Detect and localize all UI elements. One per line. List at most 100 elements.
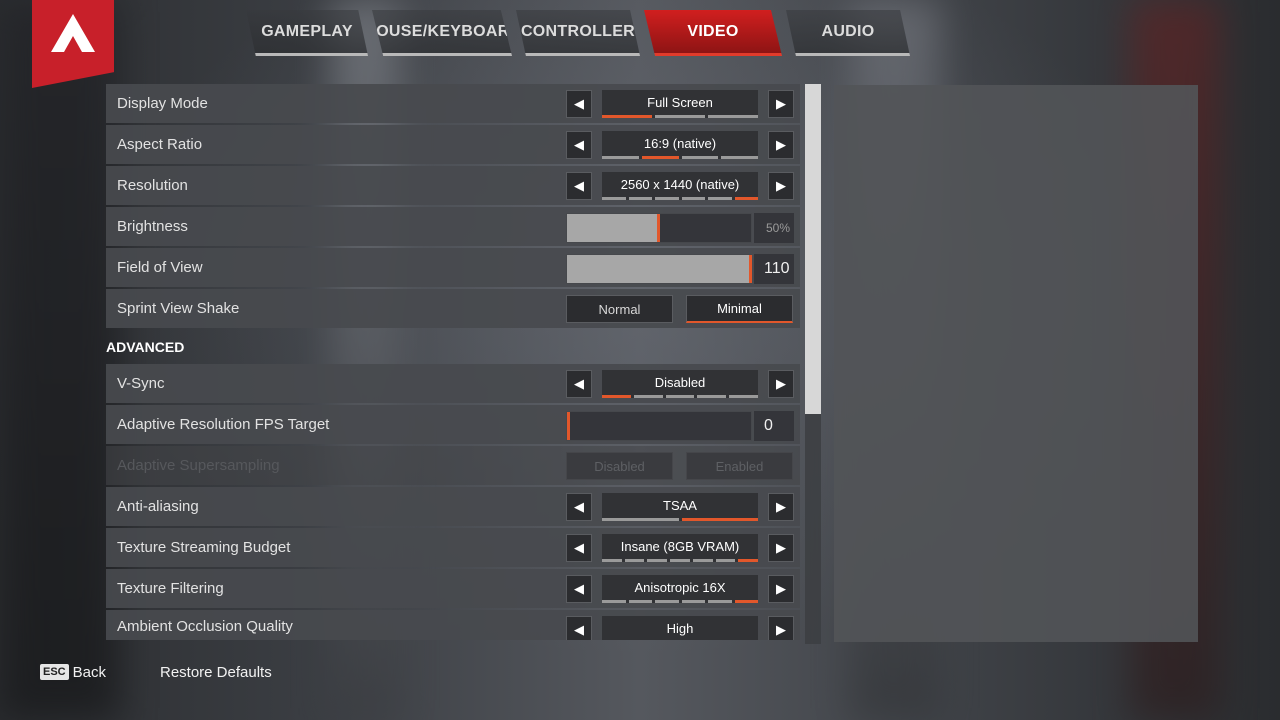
option-pip (670, 559, 690, 562)
setting-row-brightness: Brightness 50% (106, 207, 800, 246)
chevron-left-icon[interactable]: ◀ (566, 616, 592, 640)
option-pip (624, 559, 645, 562)
adaptive-fps-slider[interactable]: 0 (566, 411, 794, 441)
setting-row-ambient-occlusion: Ambient Occlusion Quality ◀ High ▶ (106, 610, 800, 640)
section-header-advanced: ADVANCED (106, 339, 185, 355)
resolution-selector: ◀ 2560 x 1440 (native) ▶ (566, 172, 794, 200)
option-pip (681, 197, 705, 200)
chevron-left-icon[interactable]: ◀ (566, 575, 592, 603)
setting-row-sprint-view-shake: Sprint View Shake Normal Minimal (106, 289, 800, 328)
tab-gameplay[interactable]: GAMEPLAY (246, 10, 368, 56)
option-pip (602, 518, 679, 521)
chevron-left-icon[interactable]: ◀ (566, 90, 592, 118)
option-pips (602, 156, 758, 159)
option-pips (602, 115, 758, 118)
setting-label: Field of View (117, 259, 203, 276)
option-minimal-button[interactable]: Minimal (686, 295, 793, 323)
selector-value: 16:9 (native) (602, 131, 758, 159)
option-pip (697, 395, 727, 398)
setting-label: Adaptive Supersampling (117, 457, 280, 474)
option-pip (734, 197, 758, 200)
chevron-right-icon[interactable]: ▶ (768, 90, 794, 118)
slider-handle[interactable] (657, 214, 660, 242)
ambient-occlusion-selector: ◀ High ▶ (566, 616, 794, 640)
brightness-slider[interactable]: 50% (566, 213, 794, 243)
slider-track[interactable] (566, 213, 752, 243)
option-pip (628, 600, 652, 603)
chevron-left-icon[interactable]: ◀ (566, 534, 592, 562)
chevron-left-icon[interactable]: ◀ (566, 172, 592, 200)
video-settings-list: Display Mode ◀ Full Screen ▶ Aspect Rati… (106, 84, 800, 642)
chevron-right-icon[interactable]: ▶ (768, 131, 794, 159)
slider-track[interactable] (566, 411, 752, 441)
chevron-right-icon[interactable]: ▶ (768, 534, 794, 562)
slider-handle[interactable] (567, 412, 570, 440)
option-normal-button[interactable]: Normal (566, 295, 673, 323)
setting-label: V-Sync (117, 375, 165, 392)
option-pip (665, 395, 695, 398)
option-pip (715, 559, 736, 562)
settings-scrollbar[interactable] (805, 84, 821, 644)
setting-row-vsync: V-Sync ◀ Disabled ▶ (106, 364, 800, 403)
selector-value: 2560 x 1440 (native) (602, 172, 758, 200)
slider-handle[interactable] (749, 255, 752, 283)
setting-row-anti-aliasing: Anti-aliasing ◀ TSAA ▶ (106, 487, 800, 526)
background-blur (0, 0, 120, 720)
tab-audio[interactable]: AUDIO (786, 10, 910, 56)
chevron-right-icon[interactable]: ▶ (768, 370, 794, 398)
slider-track[interactable] (566, 254, 752, 284)
tab-video[interactable]: VIDEO (644, 10, 782, 56)
setting-row-adaptive-fps-target: Adaptive Resolution FPS Target 0 (106, 405, 800, 444)
setting-label: Brightness (117, 218, 188, 235)
esc-key-icon: ESC (40, 664, 69, 680)
chevron-left-icon[interactable]: ◀ (566, 493, 592, 521)
adaptive-supersampling-toggle: Disabled Enabled (566, 452, 794, 480)
chevron-left-icon[interactable]: ◀ (566, 370, 592, 398)
option-pip (729, 395, 758, 398)
slider-value: 0 (754, 411, 794, 441)
option-pip (641, 156, 679, 159)
setting-row-field-of-view: Field of View 110 (106, 248, 800, 287)
option-pips (602, 197, 758, 200)
setting-label: Sprint View Shake (117, 300, 240, 317)
chevron-right-icon[interactable]: ▶ (768, 616, 794, 640)
chevron-right-icon[interactable]: ▶ (768, 575, 794, 603)
restore-defaults-button[interactable]: Restore Defaults (160, 664, 272, 681)
option-pips (602, 600, 758, 603)
texture-budget-selector: ◀ Insane (8GB VRAM) ▶ (566, 534, 794, 562)
scrollbar-thumb[interactable] (805, 84, 821, 414)
option-pip (655, 600, 679, 603)
selector-value: Disabled (602, 370, 758, 398)
option-pip (602, 197, 626, 200)
aspect-ratio-selector: ◀ 16:9 (native) ▶ (566, 131, 794, 159)
display-mode-selector: ◀ Full Screen ▶ (566, 90, 794, 118)
option-pips (602, 559, 759, 562)
setting-label: Texture Streaming Budget (117, 539, 291, 556)
back-label: Back (72, 663, 106, 681)
chevron-right-icon[interactable]: ▶ (768, 493, 794, 521)
setting-row-texture-filtering: Texture Filtering ◀ Anisotropic 16X ▶ (106, 569, 800, 608)
tab-mouse-keyboard[interactable]: MOUSE/KEYBOARD (372, 10, 512, 56)
option-pip (738, 559, 759, 562)
option-enabled-button: Enabled (686, 452, 793, 480)
settings-tabs: GAMEPLAY MOUSE/KEYBOARD CONTROLLER VIDEO… (246, 10, 946, 58)
option-pip (602, 395, 631, 398)
setting-label: Texture Filtering (117, 580, 224, 597)
field-of-view-slider[interactable]: 110 (566, 254, 794, 284)
vsync-selector: ◀ Disabled ▶ (566, 370, 794, 398)
chevron-left-icon[interactable]: ◀ (566, 131, 592, 159)
setting-label: Resolution (117, 177, 188, 194)
setting-row-texture-streaming-budget: Texture Streaming Budget ◀ Insane (8GB V… (106, 528, 800, 567)
option-pip (628, 197, 652, 200)
back-button[interactable]: ESC Back (40, 664, 106, 681)
tab-controller[interactable]: CONTROLLER (516, 10, 640, 56)
chevron-right-icon[interactable]: ▶ (768, 172, 794, 200)
option-pips (602, 395, 758, 398)
option-pip (602, 115, 652, 118)
setting-label: Adaptive Resolution FPS Target (117, 416, 330, 433)
option-disabled-button: Disabled (566, 452, 673, 480)
setting-row-resolution: Resolution ◀ 2560 x 1440 (native) ▶ (106, 166, 800, 205)
option-pip (602, 156, 639, 159)
setting-label: Anti-aliasing (117, 498, 199, 515)
option-pip (602, 559, 622, 562)
